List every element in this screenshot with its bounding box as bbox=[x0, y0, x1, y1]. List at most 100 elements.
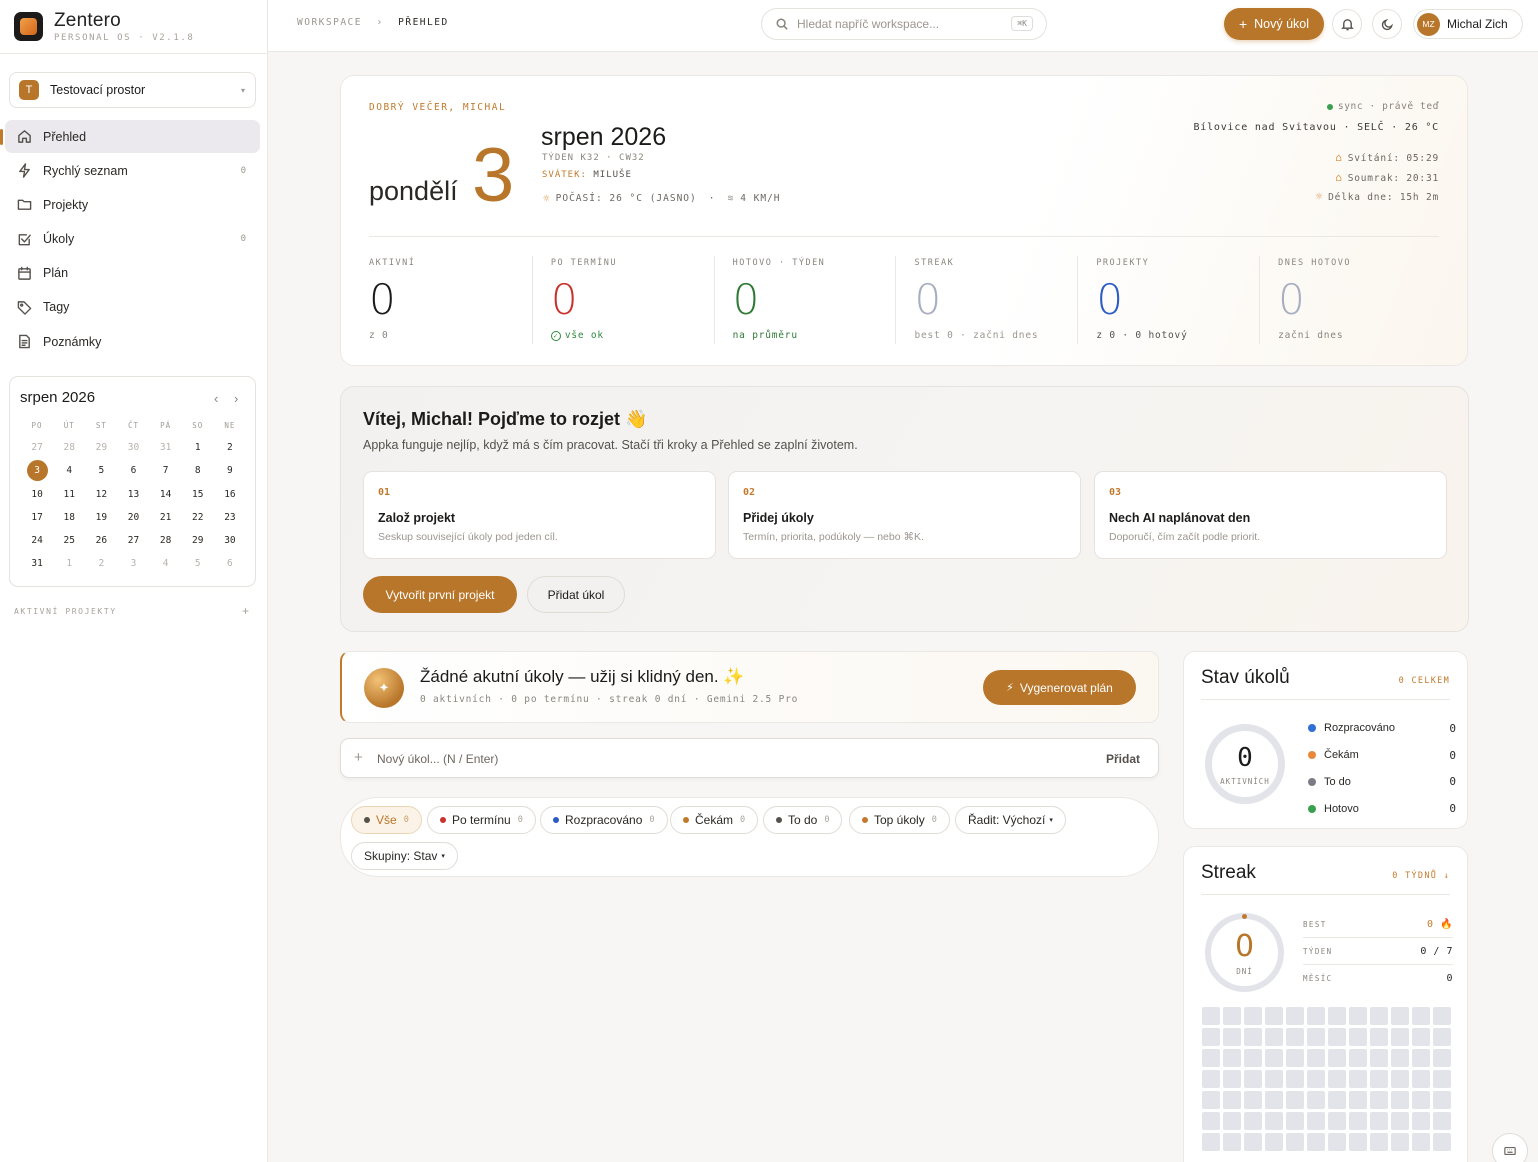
search-input[interactable]: Hledat napříč workspace... ⌘K bbox=[761, 8, 1047, 40]
heatmap-cell bbox=[1349, 1133, 1367, 1151]
calendar-day[interactable]: 21 bbox=[150, 506, 182, 529]
theme-toggle-button[interactable] bbox=[1372, 9, 1402, 39]
calendar-day[interactable]: 18 bbox=[53, 506, 85, 529]
filter-chip[interactable]: Rozpracováno 0 bbox=[540, 806, 668, 834]
calendar-day[interactable]: 29 bbox=[85, 436, 117, 459]
nav-item-tasks[interactable]: Úkoly 0 bbox=[5, 223, 260, 256]
calendar-day[interactable]: 4 bbox=[53, 459, 85, 482]
calendar-day[interactable]: 14 bbox=[150, 483, 182, 506]
keyboard-shortcuts-button[interactable] bbox=[1492, 1133, 1528, 1162]
calendar-day[interactable]: 22 bbox=[182, 506, 214, 529]
day-length: Délka dne: 15h 2m bbox=[1328, 192, 1439, 203]
stat-tile[interactable]: DNES HOTOVO 0 začni dnes bbox=[1259, 256, 1441, 344]
add-task-button[interactable]: Přidat úkol bbox=[527, 576, 625, 613]
calendar-day[interactable]: 5 bbox=[182, 552, 214, 575]
calendar-day[interactable]: 31 bbox=[150, 436, 182, 459]
calendar-day[interactable]: 25 bbox=[53, 529, 85, 552]
stat-tile[interactable]: PO TERMÍNU 0 ✓ vše ok bbox=[531, 256, 714, 344]
calendar-day[interactable]: 28 bbox=[53, 436, 85, 459]
calendar-day[interactable]: 13 bbox=[117, 483, 149, 506]
sort-group-select[interactable]: Skupiny: Stav ▾ bbox=[351, 842, 458, 870]
workspace-badge: T bbox=[19, 80, 39, 100]
status-dot-icon bbox=[1308, 804, 1316, 813]
heatmap-cell bbox=[1202, 1133, 1220, 1151]
create-first-project-button[interactable]: Vytvořit první projekt bbox=[363, 576, 517, 613]
stat-tile[interactable]: STREAK 0 best 0 · začni dnes bbox=[895, 256, 1077, 344]
calendar-day[interactable]: 2 bbox=[85, 552, 117, 575]
calendar-day[interactable]: 5 bbox=[85, 459, 117, 482]
filter-label: To do bbox=[788, 813, 818, 827]
filter-chip[interactable]: Top úkoly 0 bbox=[849, 806, 950, 834]
calendar-day[interactable]: 16 bbox=[214, 483, 246, 506]
card-tag[interactable]: 0 TÝDNŮ ↓ bbox=[1392, 871, 1450, 881]
calendar-day[interactable]: 30 bbox=[117, 436, 149, 459]
calendar-day[interactable]: 17 bbox=[21, 506, 53, 529]
new-task-placeholder: Nový úkol... (N / Enter) bbox=[377, 752, 499, 766]
calendar-day[interactable]: 2 bbox=[214, 436, 246, 459]
calendar-day[interactable]: 6 bbox=[117, 459, 149, 482]
nav-item-projects[interactable]: Projekty bbox=[5, 188, 260, 221]
calendar-day[interactable]: 3 bbox=[117, 552, 149, 575]
stat-tile[interactable]: HOTOVO · TÝDEN 0 na průměru bbox=[713, 256, 896, 344]
calendar-day[interactable]: 11 bbox=[53, 483, 85, 506]
filter-chip[interactable]: Po termínu 0 bbox=[427, 806, 536, 834]
user-menu[interactable]: MZ Michal Zich bbox=[1413, 9, 1523, 39]
nav-item-quick-list[interactable]: Rychlý seznam 0 bbox=[5, 154, 260, 187]
calendar-day[interactable]: 1 bbox=[182, 436, 214, 459]
add-project-button[interactable]: + bbox=[242, 604, 249, 618]
new-task-button[interactable]: + Nový úkol bbox=[1224, 8, 1324, 40]
add-button[interactable]: Přidat bbox=[1106, 752, 1140, 766]
stat-label: PROJEKTY bbox=[1096, 258, 1150, 268]
filter-chip[interactable]: Vše 0 bbox=[351, 806, 422, 834]
calendar-next-button[interactable]: › bbox=[234, 391, 238, 406]
calendar-day[interactable]: 23 bbox=[214, 506, 246, 529]
nav-item-plan[interactable]: Plán bbox=[5, 257, 260, 290]
calendar-prev-button[interactable]: ‹ bbox=[214, 391, 218, 406]
stat-tile[interactable]: AKTIVNÍ 0 z 0 bbox=[369, 256, 532, 344]
calendar-day[interactable]: 24 bbox=[21, 529, 53, 552]
onboarding-step[interactable]: 01 Založ projekt Seskup související úkol… bbox=[363, 471, 716, 559]
calendar-day[interactable]: 12 bbox=[85, 483, 117, 506]
generate-plan-button[interactable]: ⚡ Vygenerovat plán bbox=[983, 670, 1136, 705]
breadcrumb-root[interactable]: WORKSPACE bbox=[297, 17, 362, 28]
calendar-day[interactable]: 9 bbox=[214, 459, 246, 482]
calendar-day[interactable]: 28 bbox=[150, 529, 182, 552]
calendar-day[interactable]: 26 bbox=[85, 529, 117, 552]
filter-chip[interactable]: Čekám 0 bbox=[670, 806, 759, 834]
calendar-day[interactable]: 7 bbox=[150, 459, 182, 482]
calendar-day-today[interactable]: 3 bbox=[21, 459, 53, 482]
nav-item-notes[interactable]: Poznámky bbox=[5, 325, 260, 358]
new-task-input[interactable]: + Nový úkol... (N / Enter) Přidat bbox=[340, 738, 1159, 778]
calendar-day[interactable]: 27 bbox=[117, 529, 149, 552]
onboarding-step[interactable]: 02 Přidej úkoly Termín, priorita, podúko… bbox=[728, 471, 1081, 559]
heatmap-cell bbox=[1286, 1112, 1304, 1130]
filter-label: Řadit: Výchozí bbox=[968, 813, 1046, 827]
calendar-day[interactable]: 31 bbox=[21, 552, 53, 575]
streak-card: Streak 0 TÝDNŮ ↓ 0 DNÍ BEST 0 🔥 TÝDEN 0 / 7… bbox=[1183, 846, 1468, 1162]
calendar-day[interactable]: 8 bbox=[182, 459, 214, 482]
sort-group-select[interactable]: Řadit: Výchozí ▾ bbox=[955, 806, 1066, 834]
nav-item-tags[interactable]: Tagy bbox=[5, 291, 260, 324]
calendar-day-number: 8 bbox=[194, 465, 201, 477]
heatmap-cell bbox=[1286, 1070, 1304, 1088]
calendar-day[interactable]: 10 bbox=[21, 483, 53, 506]
heatmap-cell bbox=[1433, 1049, 1451, 1067]
stat-tile[interactable]: PROJEKTY 0 z 0 · 0 hotový bbox=[1077, 256, 1259, 344]
status-dot-icon bbox=[1308, 751, 1316, 760]
notifications-button[interactable] bbox=[1332, 9, 1362, 39]
calendar-day[interactable]: 15 bbox=[182, 483, 214, 506]
heatmap-cell bbox=[1349, 1091, 1367, 1109]
calendar-day[interactable]: 19 bbox=[85, 506, 117, 529]
brand[interactable]: Zentero PERSONAL OS · V2.1.8 bbox=[0, 0, 267, 54]
workspace-selector[interactable]: T Testovací prostor ▾ bbox=[9, 72, 256, 108]
calendar-day[interactable]: 4 bbox=[150, 552, 182, 575]
calendar-day[interactable]: 29 bbox=[182, 529, 214, 552]
onboarding-step[interactable]: 03 Nech AI naplánovat den Doporučí, čím … bbox=[1094, 471, 1447, 559]
calendar-day[interactable]: 30 bbox=[214, 529, 246, 552]
filter-chip[interactable]: To do 0 bbox=[763, 806, 843, 834]
nav-item-overview[interactable]: Přehled bbox=[0, 120, 260, 153]
calendar-day[interactable]: 6 bbox=[214, 552, 246, 575]
calendar-day[interactable]: 20 bbox=[117, 506, 149, 529]
calendar-day[interactable]: 1 bbox=[53, 552, 85, 575]
calendar-day[interactable]: 27 bbox=[21, 436, 53, 459]
